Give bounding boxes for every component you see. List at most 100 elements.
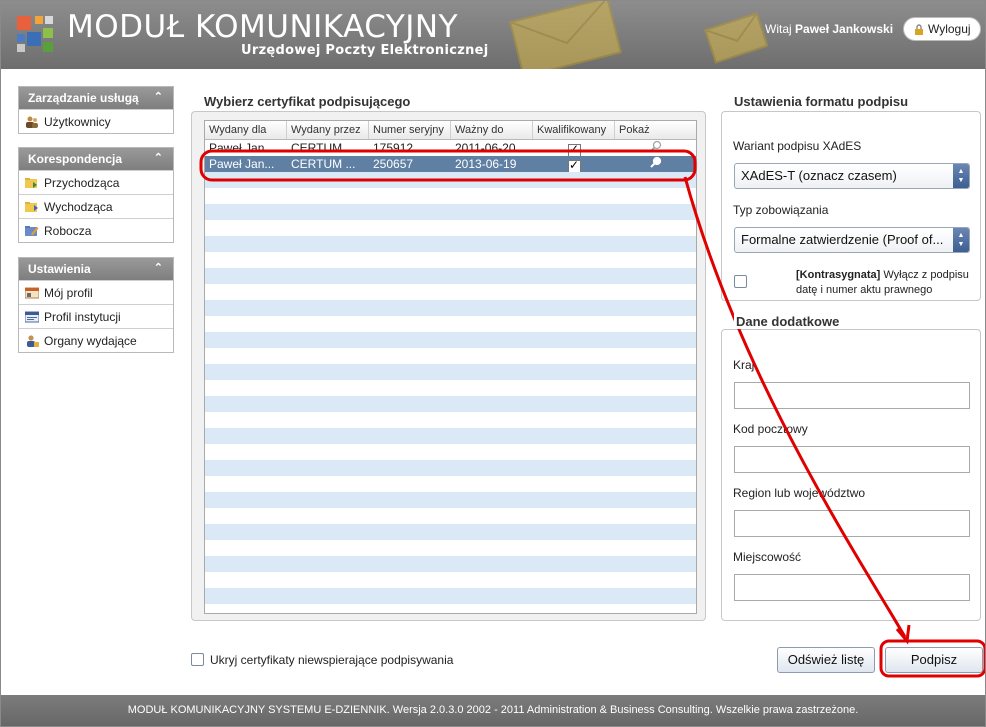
empty-row-stripes xyxy=(205,172,696,613)
cell-serial: 175912 xyxy=(373,141,414,155)
empty-row xyxy=(205,428,696,444)
commitment-type-select[interactable]: Formalne zatwierdzenie (Proof of... ▲ ▼ xyxy=(734,227,970,253)
sidebar-group-header[interactable]: Korespondencja ⌃ xyxy=(19,148,173,170)
collapse-chevron-icon[interactable]: ⌃ xyxy=(154,261,163,274)
welcome-text: Witaj Paweł Jankowski xyxy=(765,22,893,36)
empty-row xyxy=(205,332,696,348)
sidebar-group-service: Zarządzanie usługą ⌃ Użytkownicy xyxy=(18,86,174,134)
cell-issued-to: Paweł Jan... xyxy=(209,141,275,155)
footer-text: MODUŁ KOMUNIKACYJNY SYSTEMU E-DZIENNIK. … xyxy=(1,695,985,726)
cell-issued-by: CERTUM ... xyxy=(291,157,356,171)
column-header-serial[interactable]: Numer seryjny xyxy=(369,121,451,139)
empty-row xyxy=(205,204,696,220)
empty-row xyxy=(205,316,696,332)
region-input[interactable] xyxy=(734,510,970,537)
issuer-person-icon xyxy=(27,334,39,347)
country-input[interactable] xyxy=(734,382,970,409)
collapse-chevron-icon[interactable]: ⌃ xyxy=(154,90,163,103)
cell-issued-by: CERTUM ... xyxy=(291,141,356,155)
empty-row xyxy=(205,220,696,236)
hide-unsupported-checkbox[interactable] xyxy=(191,653,204,666)
welcome-prefix: Witaj xyxy=(765,22,792,36)
profile-card-icon xyxy=(25,287,39,298)
table-row[interactable]: Paweł Jan... CERTUM ... 175912 2011-06-2… xyxy=(205,140,696,156)
sidebar-group-header[interactable]: Zarządzanie usługą ⌃ xyxy=(19,87,173,109)
user-name: Paweł Jankowski xyxy=(795,22,894,36)
cell-show xyxy=(615,140,696,156)
sidebar-item-institution-profile[interactable]: Profil instytucji xyxy=(19,304,173,328)
region-label: Region lub województwo xyxy=(733,486,866,500)
sidebar-item-issuing-authorities[interactable]: Organy wydające xyxy=(19,328,173,352)
column-header-issued-to[interactable]: Wydany dla xyxy=(205,121,287,139)
countersign-checkbox[interactable] xyxy=(734,275,747,288)
sidebar-item-label: Mój profil xyxy=(44,285,93,300)
commitment-label: Typ zobowiązania xyxy=(733,203,829,217)
xades-variant-value: XAdES-T (oznacz czasem) xyxy=(741,168,897,183)
empty-row xyxy=(205,188,696,204)
magnifier-icon[interactable] xyxy=(649,140,663,154)
sidebar-item-label: Robocza xyxy=(44,223,92,238)
empty-row xyxy=(205,396,696,412)
collapse-chevron-icon[interactable]: ⌃ xyxy=(154,151,163,164)
empty-row xyxy=(205,604,696,613)
refresh-list-button[interactable]: Odśwież listę xyxy=(777,647,875,673)
empty-row xyxy=(205,540,696,556)
countersign-label: [Kontrasygnata] Wyłącz z podpisu datę i … xyxy=(796,268,976,298)
empty-row xyxy=(205,572,696,588)
commitment-type-value: Formalne zatwierdzenie (Proof of... xyxy=(741,232,944,247)
city-label: Miejscowość xyxy=(733,550,802,564)
sidebar-group-header[interactable]: Ustawienia ⌃ xyxy=(19,258,173,280)
sidebar-item-drafts[interactable]: Robocza xyxy=(19,218,173,242)
cell-issued-to: Paweł Jan... xyxy=(209,157,275,171)
countersign-bold: [Kontrasygnata] xyxy=(796,269,881,281)
empty-row xyxy=(205,492,696,508)
empty-row xyxy=(205,300,696,316)
empty-row xyxy=(205,268,696,284)
column-header-show[interactable]: Pokaż xyxy=(615,121,696,139)
table-row-selected[interactable]: Paweł Jan... CERTUM ... 250657 2013-06-1… xyxy=(205,156,696,172)
empty-row xyxy=(205,348,696,364)
magnifier-icon[interactable] xyxy=(649,156,663,170)
lock-icon xyxy=(915,23,923,35)
institution-card-icon xyxy=(25,311,39,322)
sidebar-item-my-profile[interactable]: Mój profil xyxy=(19,280,173,304)
logout-label: Wyloguj xyxy=(928,22,971,36)
city-input[interactable] xyxy=(734,574,970,601)
sidebar-item-label: Przychodząca xyxy=(44,175,120,190)
envelope-watermark-icon xyxy=(509,1,623,69)
sidebar-item-outgoing[interactable]: Wychodząca xyxy=(19,194,173,218)
cell-serial: 250657 xyxy=(373,157,414,171)
extra-data-panel: Kraj Kod pocztowy Region lub województwo… xyxy=(721,329,981,621)
empty-row xyxy=(205,444,696,460)
logout-button[interactable]: Wyloguj xyxy=(903,17,981,41)
sidebar-item-incoming[interactable]: Przychodząca xyxy=(19,170,173,194)
app-logo-icon xyxy=(17,16,53,52)
column-header-issued-by[interactable]: Wydany przez xyxy=(287,121,369,139)
inbox-folder-icon xyxy=(25,177,37,188)
empty-row xyxy=(205,556,696,572)
sidebar-group-title: Korespondencja xyxy=(28,152,123,166)
app-subtitle: Urzędowej Poczty Elektronicznej xyxy=(241,43,489,58)
postal-code-input[interactable] xyxy=(734,446,970,473)
format-settings-panel: Wariant podpisu XAdES XAdES-T (oznacz cz… xyxy=(721,111,981,301)
cell-qualified: ✓ xyxy=(533,156,615,172)
column-header-qualified[interactable]: Kwalifikowany xyxy=(533,121,615,139)
empty-row xyxy=(205,412,696,428)
column-header-valid-to[interactable]: Ważny do xyxy=(451,121,533,139)
sign-button[interactable]: Podpisz xyxy=(885,647,983,673)
sidebar-group-correspondence: Korespondencja ⌃ Przychodząca Wychodząca… xyxy=(18,147,174,243)
country-label: Kraj xyxy=(733,358,755,372)
sidebar-group-title: Ustawienia xyxy=(28,262,91,276)
sidebar-item-users[interactable]: Użytkownicy xyxy=(19,109,173,133)
empty-row xyxy=(205,524,696,540)
grid-header: Wydany dla Wydany przez Numer seryjny Wa… xyxy=(205,121,696,140)
sidebar-group-settings: Ustawienia ⌃ Mój profil Profil instytucj… xyxy=(18,257,174,353)
empty-row xyxy=(205,508,696,524)
sidebar-item-label: Wychodząca xyxy=(44,199,113,214)
cell-valid-to: 2011-06-20 xyxy=(455,141,516,155)
cell-show xyxy=(615,156,696,172)
qualified-checkbox: ✓ xyxy=(567,142,581,156)
xades-variant-select[interactable]: XAdES-T (oznacz czasem) ▲ ▼ xyxy=(734,163,970,189)
users-icon xyxy=(26,116,38,128)
outbox-folder-icon xyxy=(25,201,38,212)
